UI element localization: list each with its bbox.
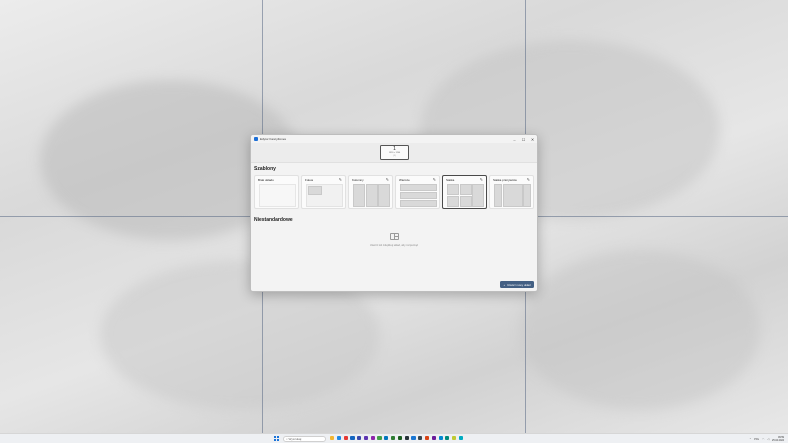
app-icon[interactable]: [411, 436, 416, 441]
templates-heading: Szablony: [254, 166, 276, 172]
app-icon[interactable]: [357, 436, 362, 441]
empty-state-text: Utwórz lub zduplikuj układ, aby rozpoczą…: [369, 244, 419, 247]
app-icon: [254, 137, 258, 141]
app-icon[interactable]: [424, 436, 430, 441]
close-button[interactable]: ✕: [528, 137, 537, 142]
template-card-rows[interactable]: Wiersze ✎: [395, 175, 440, 209]
plus-icon: +: [503, 282, 506, 287]
windows-start-icon[interactable]: [274, 436, 279, 441]
template-label: Brak układu: [258, 178, 274, 182]
edit-icon[interactable]: ✎: [527, 177, 530, 182]
app-icon[interactable]: [370, 436, 375, 441]
monitor-selector-area: 1 1920 × 1200 (1): [251, 143, 537, 163]
app-icon[interactable]: [452, 436, 457, 441]
title-bar[interactable]: Edytor FancyZones – ☐ ✕: [251, 135, 537, 143]
edit-icon[interactable]: ✎: [386, 177, 389, 182]
app-icon[interactable]: [391, 436, 396, 441]
app-icon[interactable]: [377, 436, 382, 441]
file-explorer-icon[interactable]: [330, 436, 335, 441]
template-card-grid[interactable]: Siatka ✎: [442, 175, 487, 209]
edit-icon[interactable]: ✎: [433, 177, 436, 182]
app-icon[interactable]: [343, 436, 348, 441]
search-placeholder: Wyszukaj: [288, 436, 302, 441]
clock[interactable]: 09:59 25.04.2024: [772, 436, 784, 442]
terminal-icon[interactable]: [404, 436, 409, 441]
language-indicator[interactable]: POL: [754, 438, 759, 441]
app-icon[interactable]: [397, 436, 402, 441]
taskbar: ⌕ Wyszukaj ⌃ POL ◠ ◁ 09:59 25.04.2024: [0, 433, 788, 443]
monitor-tile[interactable]: 1 1920 × 1200 (1): [380, 145, 409, 160]
template-preview: [353, 184, 390, 207]
edit-icon[interactable]: ✎: [339, 177, 342, 182]
minimize-button[interactable]: –: [510, 137, 519, 142]
template-card-columns[interactable]: Kolumny ✎: [348, 175, 393, 209]
template-label: Wiersze: [399, 178, 410, 182]
custom-heading: Niestandardowe: [254, 217, 293, 223]
app-icon[interactable]: [445, 436, 450, 441]
volume-icon[interactable]: ◁: [767, 438, 769, 441]
template-label: Siatka priorytetów: [493, 178, 517, 182]
template-preview: [494, 184, 531, 207]
app-icon[interactable]: [431, 436, 436, 441]
edge-icon[interactable]: [336, 436, 341, 441]
monitor-sub: (1): [393, 155, 396, 157]
template-label: Fokus: [305, 178, 314, 182]
template-label: Siatka: [446, 178, 455, 182]
taskbar-search-input[interactable]: ⌕ Wyszukaj: [283, 435, 326, 442]
template-preview: [259, 184, 296, 207]
chevron-up-icon[interactable]: ⌃: [749, 438, 751, 441]
app-icon[interactable]: [384, 436, 389, 441]
system-tray: ⌃ POL ◠ ◁ 09:59 25.04.2024: [749, 435, 788, 443]
template-preview: [400, 184, 437, 207]
date: 25.04.2024: [772, 439, 784, 442]
app-icon[interactable]: [363, 436, 369, 441]
templates-list: Brak układu Fokus ✎ Kolumny ✎ Wiersze ✎ …: [254, 175, 535, 209]
template-preview: [447, 184, 484, 207]
app-icon[interactable]: [350, 436, 355, 441]
template-card-priority-grid[interactable]: Siatka priorytetów ✎: [489, 175, 534, 209]
template-card-focus[interactable]: Fokus ✎: [301, 175, 346, 209]
layout-icon: [390, 233, 399, 240]
template-preview: [306, 184, 343, 207]
window-title: Edytor FancyZones: [260, 137, 287, 141]
app-icon[interactable]: [418, 436, 423, 441]
taskbar-pinned-apps: [330, 436, 464, 441]
app-icon[interactable]: [458, 436, 464, 441]
fancyzones-editor-window: Edytor FancyZones – ☐ ✕ 1 1920 × 1200 (1…: [250, 134, 538, 292]
create-layout-button[interactable]: + Utwórz nowy układ: [500, 281, 534, 288]
edit-icon[interactable]: ✎: [480, 177, 483, 182]
wifi-icon[interactable]: ◠: [762, 438, 764, 441]
app-icon[interactable]: [438, 436, 443, 441]
maximize-button[interactable]: ☐: [519, 137, 528, 142]
template-label: Kolumny: [352, 178, 364, 182]
create-layout-label: Utwórz nowy układ: [507, 282, 531, 287]
template-card-none[interactable]: Brak układu: [254, 175, 299, 209]
